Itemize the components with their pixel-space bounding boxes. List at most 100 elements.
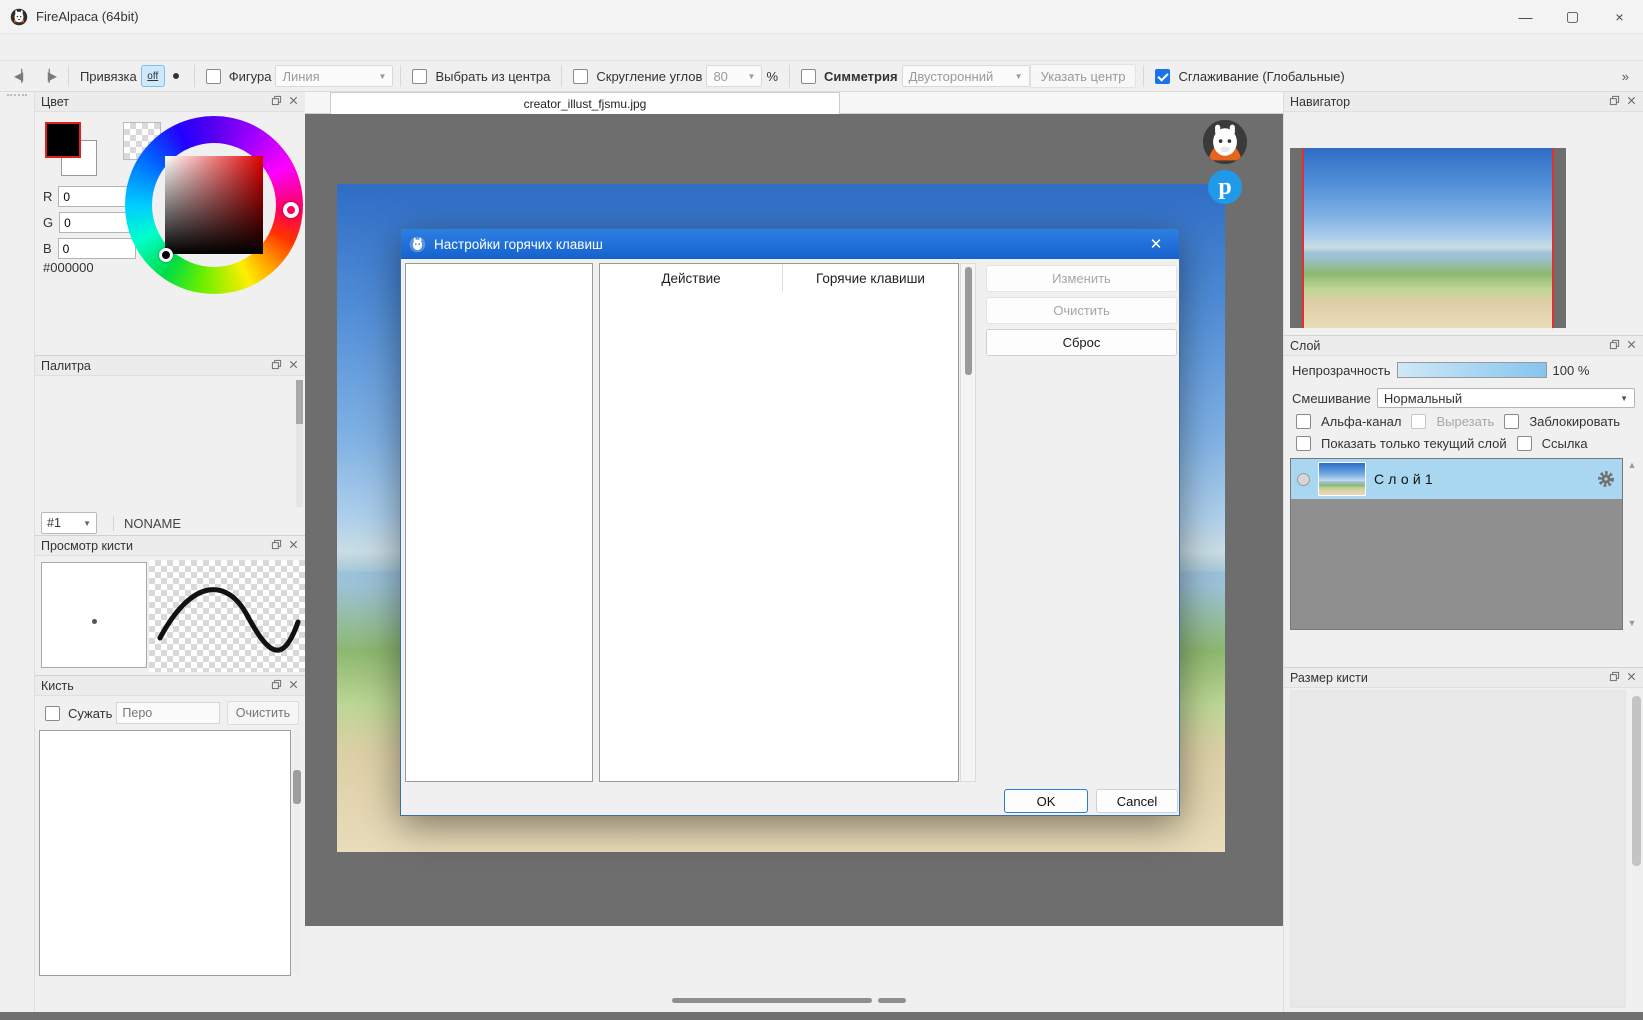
left-panels: Цвет R G B #000000 Палитра #1▼ — [35, 92, 305, 1012]
brush-clear-button[interactable]: Очистить — [227, 701, 299, 725]
layer-panel-title: Слой — [1290, 339, 1320, 353]
scrollbar-thumb[interactable] — [672, 998, 872, 1003]
select-from-center-checkbox[interactable] — [412, 69, 427, 84]
drag-handle[interactable] — [7, 94, 27, 100]
symmetry-label: Симметрия — [824, 69, 898, 84]
hotkey-column-header: Горячие клавиши — [782, 264, 958, 292]
brush-tip-preview — [41, 562, 147, 668]
minimize-button[interactable]: — — [1502, 0, 1549, 34]
reset-hotkeys-button[interactable]: Сброс — [986, 329, 1177, 356]
color-wheel[interactable] — [125, 116, 303, 294]
b-input[interactable] — [58, 238, 136, 259]
clipping-checkbox[interactable] — [1411, 414, 1426, 429]
scrollbar-thumb[interactable] — [878, 998, 906, 1003]
palette-scrollbar[interactable] — [296, 380, 303, 507]
palette-panel: Палитра #1▼ NONAME — [35, 356, 305, 536]
clipping-label: Вырезать — [1436, 414, 1494, 429]
close-panel-icon[interactable] — [1626, 671, 1637, 685]
close-panel-icon[interactable] — [288, 95, 299, 109]
canvas-horizontal-scrollbar[interactable] — [305, 990, 1283, 1012]
ok-button[interactable]: OK — [1004, 789, 1088, 813]
close-panel-icon[interactable] — [1626, 339, 1637, 353]
window-title: FireAlpaca (64bit) — [36, 9, 139, 24]
snap-point-icon[interactable] — [171, 71, 181, 81]
select-from-center-label: Выбрать из центра — [435, 69, 550, 84]
canvas-area: creator_illust_fjsmu.jpg p Настройки гор… — [305, 92, 1283, 1012]
symmetry-checkbox[interactable] — [801, 69, 816, 84]
float-panel-icon[interactable] — [1609, 671, 1620, 685]
percent-label: % — [766, 69, 778, 84]
sv-marker[interactable] — [159, 248, 173, 262]
layer-gear-icon[interactable] — [1596, 469, 1616, 489]
close-panel-icon[interactable] — [288, 679, 299, 693]
view-bound-left — [1302, 148, 1304, 328]
brush-preview-panel: Просмотр кисти — [35, 536, 305, 676]
palette-slot-select[interactable]: #1▼ — [41, 512, 97, 534]
toolbar-overflow-chevron[interactable]: » — [1622, 69, 1629, 84]
brush-list — [39, 730, 291, 976]
next-tool-button[interactable]: ▕▶ — [34, 69, 60, 83]
snap-off-button[interactable]: off — [141, 65, 165, 87]
opacity-slider[interactable] — [1397, 362, 1547, 378]
layer-scroll-down-icon[interactable]: ▼ — [1628, 618, 1637, 628]
layer-row[interactable]: Слой1 — [1291, 459, 1622, 499]
show-only-current-checkbox[interactable] — [1296, 436, 1311, 451]
dialog-title-bar[interactable]: Настройки горячих клавиш ✕ — [401, 229, 1179, 259]
navigator-thumbnail[interactable] — [1290, 148, 1566, 328]
canvas-viewport[interactable]: p Настройки горячих клавиш ✕ Действие Го… — [305, 114, 1283, 926]
float-panel-icon[interactable] — [271, 359, 282, 373]
brush-filter-input[interactable] — [116, 702, 220, 724]
palette-grid — [41, 380, 285, 507]
symmetry-select[interactable]: Двусторонний▼ — [902, 65, 1030, 87]
hotkey-table: Действие Горячие клавиши — [599, 263, 959, 782]
shape-select[interactable]: Линия▼ — [275, 65, 393, 87]
color-panel-title: Цвет — [41, 95, 69, 109]
pixiv-badge: p — [1208, 170, 1242, 204]
layer-name: Слой1 — [1374, 471, 1437, 487]
set-center-button[interactable]: Указать центр — [1030, 64, 1137, 88]
change-hotkey-button[interactable]: Изменить — [986, 265, 1177, 292]
action-column-header: Действие — [600, 271, 782, 286]
close-panel-icon[interactable] — [288, 539, 299, 553]
corner-rounding-select[interactable]: 80▼ — [706, 65, 762, 87]
maximize-button[interactable]: ▢ — [1549, 0, 1596, 34]
brush-preview-title: Просмотр кисти — [41, 539, 133, 553]
hue-marker[interactable] — [283, 202, 299, 218]
saturation-square[interactable] — [165, 156, 263, 254]
brush-list-scrollbar[interactable] — [293, 730, 301, 976]
smoothing-checkbox[interactable] — [1155, 69, 1170, 84]
narrow-checkbox[interactable] — [45, 706, 60, 721]
shape-checkbox[interactable] — [206, 69, 221, 84]
close-panel-icon[interactable] — [288, 359, 299, 373]
lock-checkbox[interactable] — [1504, 414, 1519, 429]
shape-label: Фигура — [229, 69, 272, 84]
dialog-title: Настройки горячих клавиш — [434, 237, 603, 252]
float-panel-icon[interactable] — [271, 95, 282, 109]
hotkey-table-scrollbar[interactable] — [960, 263, 976, 782]
blend-mode-select[interactable]: Нормальный▼ — [1377, 388, 1635, 408]
cancel-button[interactable]: Cancel — [1096, 789, 1178, 813]
layer-visibility-radio[interactable] — [1297, 473, 1310, 486]
corner-rounding-checkbox[interactable] — [573, 69, 588, 84]
close-panel-icon[interactable] — [1626, 95, 1637, 109]
alpha-channel-checkbox[interactable] — [1296, 414, 1311, 429]
status-bar — [0, 1012, 1643, 1020]
brush-size-scrollbar[interactable] — [1632, 696, 1641, 976]
corner-rounding-label: Скругление углов — [596, 69, 702, 84]
prev-tool-button[interactable]: ◀▏ — [8, 69, 34, 83]
close-button[interactable]: × — [1596, 0, 1643, 34]
float-panel-icon[interactable] — [271, 539, 282, 553]
float-panel-icon[interactable] — [271, 679, 282, 693]
brush-size-panel-title: Размер кисти — [1290, 671, 1368, 685]
document-tab[interactable]: creator_illust_fjsmu.jpg — [330, 92, 840, 114]
layer-scroll-up-icon[interactable]: ▲ — [1628, 460, 1637, 470]
main-toolbar: ◀▏ ▕▶ Привязка off Фигура Линия▼ Выбрать… — [0, 60, 1643, 92]
float-panel-icon[interactable] — [1609, 339, 1620, 353]
clear-hotkey-button[interactable]: Очистить — [986, 297, 1177, 324]
primary-color-swatch[interactable] — [45, 122, 81, 158]
dialog-close-icon[interactable]: ✕ — [1141, 229, 1171, 259]
reference-checkbox[interactable] — [1517, 436, 1532, 451]
float-panel-icon[interactable] — [1609, 95, 1620, 109]
blend-label: Смешивание — [1292, 391, 1371, 406]
layer-thumbnail — [1318, 462, 1366, 496]
